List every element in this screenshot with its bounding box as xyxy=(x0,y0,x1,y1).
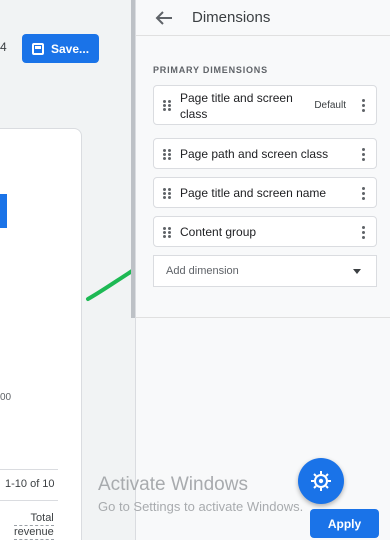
save-icon xyxy=(32,42,44,55)
more-vert-icon[interactable] xyxy=(362,99,366,113)
column-header-line: Total xyxy=(14,512,54,526)
activation-watermark: Activate Windows Go to Settings to activ… xyxy=(98,474,303,514)
dimension-label: Page title and screen class xyxy=(180,91,293,121)
dimension-label: Page title and screen name xyxy=(180,186,327,200)
panel-title: Dimensions xyxy=(192,9,271,26)
chart-bar xyxy=(0,194,7,228)
table-divider xyxy=(0,500,58,501)
section-label: PRIMARY DIMENSIONS xyxy=(153,65,268,75)
back-arrow-icon xyxy=(155,11,172,25)
drag-handle-icon[interactable] xyxy=(163,149,171,160)
save-button[interactable]: Save... xyxy=(22,34,99,63)
insights-fab-button[interactable] xyxy=(298,458,344,504)
axis-tick-label: 00 xyxy=(0,392,12,403)
dimension-label: Page path and screen class xyxy=(180,147,329,161)
apply-button[interactable]: Apply xyxy=(310,509,379,538)
dimension-item[interactable]: Content group xyxy=(153,216,377,247)
more-vert-icon[interactable] xyxy=(362,226,366,240)
drag-handle-icon[interactable] xyxy=(163,188,171,199)
save-button-label: Save... xyxy=(51,41,90,56)
dimension-item[interactable]: Page title and screen name xyxy=(153,177,377,208)
panel-header: Dimensions xyxy=(136,0,390,36)
dropdown-caret-icon xyxy=(353,269,361,274)
dimension-item[interactable]: Page path and screen class xyxy=(153,138,377,169)
drag-handle-icon[interactable] xyxy=(163,227,171,238)
watermark-subtitle: Go to Settings to activate Windows. xyxy=(98,499,304,514)
default-badge: Default xyxy=(314,100,346,111)
table-divider xyxy=(0,469,58,470)
add-dimension-select[interactable]: Add dimension xyxy=(153,255,377,287)
toolbar-partial-text: 4 xyxy=(0,40,7,54)
dimension-label: Content group xyxy=(180,225,257,239)
drag-handle-icon[interactable] xyxy=(163,100,171,111)
dimensions-panel: Dimensions PRIMARY DIMENSIONS Page title… xyxy=(135,0,390,540)
pagination-text: 1-10 of 10 xyxy=(5,478,55,490)
dimension-item[interactable]: Page title and screen class Default xyxy=(153,85,377,125)
primary-dimensions-section: PRIMARY DIMENSIONS Page title and screen… xyxy=(136,36,390,318)
column-header-line: revenue xyxy=(14,526,54,540)
more-vert-icon[interactable] xyxy=(362,148,366,162)
back-button[interactable] xyxy=(154,9,174,27)
more-vert-icon[interactable] xyxy=(362,187,366,201)
total-revenue-header[interactable]: Total revenue xyxy=(14,512,54,540)
add-dimension-placeholder: Add dimension xyxy=(166,265,239,277)
watermark-title: Activate Windows xyxy=(98,474,248,495)
insights-icon xyxy=(311,471,331,491)
